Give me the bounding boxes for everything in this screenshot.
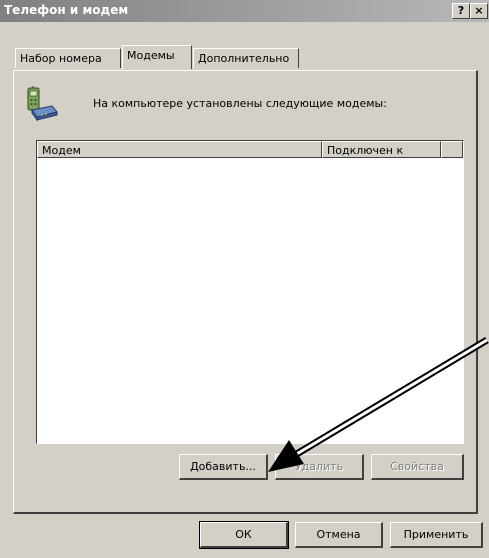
window-title: Телефон и модем bbox=[4, 3, 129, 17]
apply-button[interactable]: Применить bbox=[390, 522, 483, 548]
title-bar[interactable]: Телефон и модем ? × bbox=[0, 0, 489, 22]
column-header-modem[interactable]: Модем bbox=[37, 141, 322, 158]
properties-button[interactable]: Свойства bbox=[371, 454, 464, 480]
phone-modem-dialog: Телефон и модем ? × Набор номера Модемы … bbox=[0, 0, 489, 558]
close-button[interactable]: × bbox=[470, 3, 488, 19]
help-button[interactable]: ? bbox=[452, 3, 470, 19]
cancel-button[interactable]: Отмена bbox=[295, 522, 383, 548]
tab-advanced[interactable]: Дополнительно bbox=[193, 48, 299, 68]
modems-description: На компьютере установлены следующие моде… bbox=[93, 97, 387, 110]
remove-button[interactable]: Удалить bbox=[275, 454, 364, 480]
add-button[interactable]: Добавить... bbox=[179, 454, 268, 480]
ok-button[interactable]: ОК bbox=[199, 521, 289, 549]
modem-list[interactable]: Модем Подключен к bbox=[36, 140, 464, 444]
column-header-connected-to[interactable]: Подключен к bbox=[322, 141, 441, 158]
phone-modem-icon bbox=[27, 86, 58, 122]
tab-modems[interactable]: Модемы bbox=[122, 45, 192, 69]
tab-dialing[interactable]: Набор номера bbox=[15, 48, 121, 68]
column-header-extra[interactable] bbox=[441, 141, 463, 158]
